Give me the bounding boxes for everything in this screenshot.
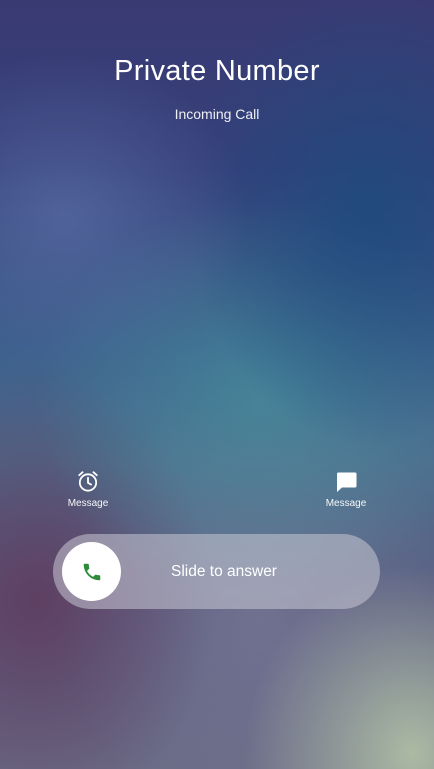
quick-action-reminder-label: Message [67,498,109,509]
call-status: Incoming Call [174,106,260,122]
answer-slider-label: Slide to answer [171,563,277,580]
alarm-clock-icon [78,471,98,492]
quick-action-message[interactable]: Message [311,468,381,509]
incoming-call-screen: Private Number Incoming Call Message Mes… [0,0,434,769]
quick-action-message-label: Message [325,498,367,509]
answer-slider-knob[interactable] [62,542,121,601]
phone-icon [83,563,100,580]
quick-action-reminder[interactable]: Message [53,468,123,509]
caller-name: Private Number [114,55,320,87]
message-bubble-icon [337,472,357,492]
answer-slider[interactable]: Slide to answer [53,534,380,609]
